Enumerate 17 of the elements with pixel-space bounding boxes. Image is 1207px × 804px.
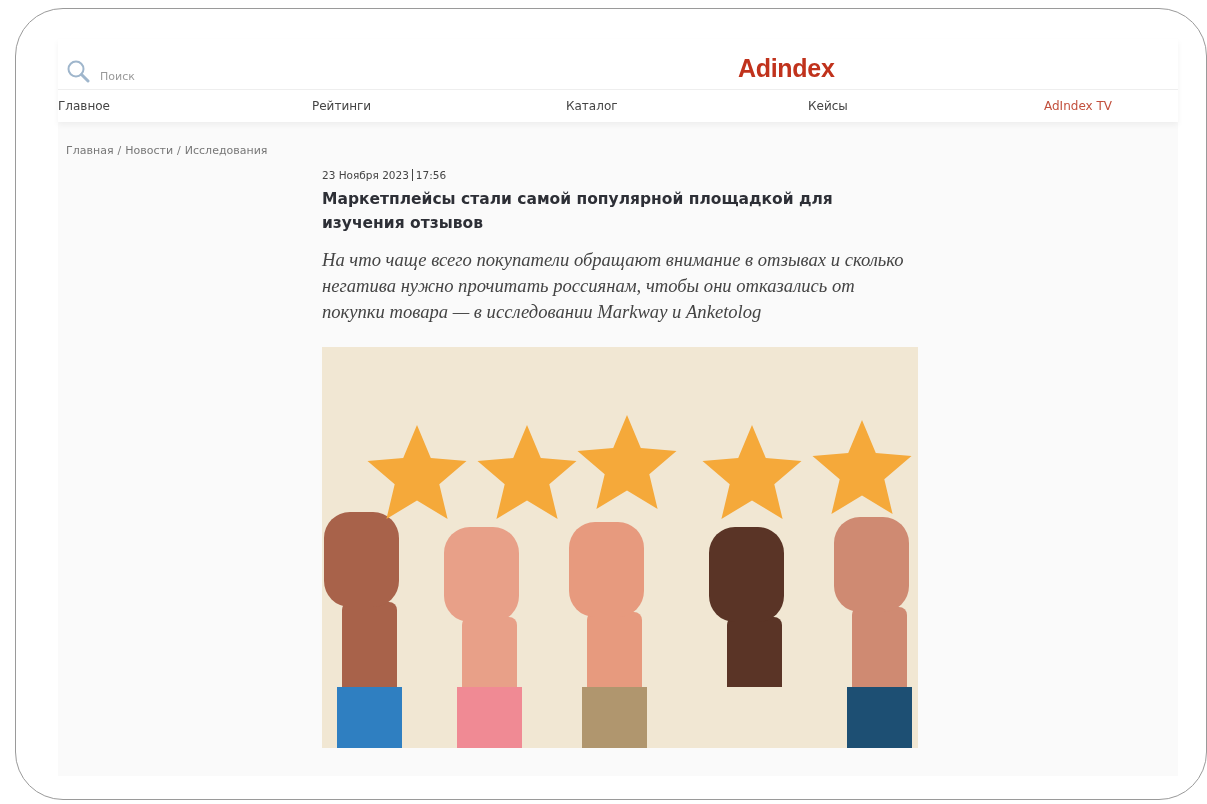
- article-time: 17:56: [415, 169, 447, 181]
- search-icon: [66, 59, 90, 83]
- article-date: 23 Ноября 2023: [322, 169, 409, 181]
- nav-link[interactable]: Каталог: [566, 99, 808, 113]
- article-lead: На что чаще всего покупатели обращают внимание в отзывах и сколько негатива нужно прочитать россиянам, чтобы они отказались от покупки товара — в исследовании Markway и Anketolog: [322, 248, 905, 324]
- breadcrumb-link[interactable]: Главная: [66, 144, 114, 157]
- nav-link[interactable]: Рейтинги: [312, 99, 566, 113]
- search-input[interactable]: Поиск: [100, 70, 220, 83]
- breadcrumb-separator: /: [117, 144, 122, 157]
- nav-link[interactable]: Главное: [58, 99, 312, 113]
- nav-link[interactable]: Кейсы: [808, 99, 1044, 113]
- breadcrumb-link[interactable]: Исследования: [184, 144, 268, 157]
- breadcrumb-separator: /: [177, 144, 181, 157]
- breadcrumb-link[interactable]: Новости: [125, 144, 174, 157]
- site-logo[interactable]: Adindex: [738, 54, 835, 89]
- article-title: Маркетплейсы стали самой популярной площадкой для изучения отзывов: [322, 189, 834, 234]
- nav-link[interactable]: AdIndex TV: [1044, 99, 1178, 113]
